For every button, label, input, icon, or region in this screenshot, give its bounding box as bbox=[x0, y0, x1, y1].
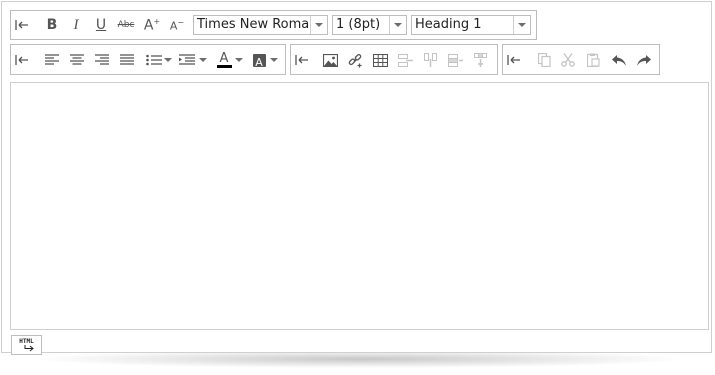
split-cells-icon bbox=[473, 53, 487, 67]
strikethrough-icon: Abc bbox=[117, 20, 135, 30]
insert-image-button[interactable] bbox=[319, 49, 341, 71]
align-right-button[interactable] bbox=[91, 49, 113, 71]
scissors-icon bbox=[561, 53, 575, 67]
undo-button[interactable] bbox=[608, 49, 630, 71]
paragraph-format-value: Heading 1 bbox=[415, 17, 482, 32]
chevron-down-icon[interactable] bbox=[389, 16, 406, 34]
indent-button[interactable] bbox=[176, 49, 198, 71]
italic-button[interactable]: I bbox=[65, 14, 87, 36]
insert-link-button[interactable] bbox=[344, 49, 366, 71]
toolbar-clipboard-group bbox=[502, 44, 660, 75]
font-size-value: 1 (8pt) bbox=[336, 17, 381, 32]
justify-icon bbox=[120, 54, 134, 65]
content-area[interactable] bbox=[10, 82, 709, 330]
align-center-icon bbox=[70, 54, 84, 65]
arrow-right-icon bbox=[24, 344, 34, 351]
back-color-button[interactable]: A bbox=[248, 49, 270, 71]
image-icon bbox=[322, 53, 338, 67]
back-color-icon: A bbox=[252, 53, 266, 69]
toolbar-paragraph-group: A A bbox=[10, 44, 286, 75]
link-icon bbox=[348, 53, 361, 67]
strikethrough-button[interactable]: Abc bbox=[115, 14, 137, 36]
chevron-down-icon[interactable] bbox=[164, 49, 172, 71]
font-size-select[interactable]: 1 (8pt) bbox=[332, 15, 407, 35]
grip-icon[interactable] bbox=[15, 45, 29, 74]
toolbar-font-group: B I U Abc A+ A− Times New Roman 1 (8pt) … bbox=[10, 10, 537, 40]
bold-icon: B bbox=[46, 17, 58, 33]
redo-button[interactable] bbox=[633, 49, 655, 71]
underline-icon: U bbox=[95, 17, 107, 33]
insert-column-icon bbox=[423, 53, 437, 67]
indent-icon bbox=[179, 54, 195, 65]
grip-icon[interactable] bbox=[507, 45, 521, 74]
italic-icon: I bbox=[73, 16, 79, 33]
bold-button[interactable]: B bbox=[41, 14, 63, 36]
split-cells-button[interactable] bbox=[469, 49, 491, 71]
paragraph-format-select[interactable]: Heading 1 bbox=[411, 15, 531, 35]
chevron-down-icon[interactable] bbox=[513, 16, 530, 34]
undo-icon bbox=[612, 54, 626, 66]
grip-icon[interactable] bbox=[15, 11, 29, 39]
align-right-icon bbox=[95, 54, 109, 65]
table-icon bbox=[372, 53, 388, 67]
table-column-button[interactable] bbox=[419, 49, 441, 71]
merge-cells-icon bbox=[447, 53, 463, 67]
align-center-button[interactable] bbox=[66, 49, 88, 71]
merge-cells-button[interactable] bbox=[444, 49, 466, 71]
chevron-down-icon[interactable] bbox=[310, 16, 327, 34]
decrease-font-size-button[interactable]: A− bbox=[166, 14, 188, 36]
fore-color-icon: A bbox=[216, 52, 232, 68]
align-left-button[interactable] bbox=[41, 49, 63, 71]
fore-color-swatch bbox=[216, 65, 232, 68]
toolbar-insert-group bbox=[290, 44, 498, 75]
copy-icon bbox=[537, 53, 551, 67]
font-name-select[interactable]: Times New Roman bbox=[193, 15, 328, 35]
grip-icon[interactable] bbox=[295, 45, 309, 74]
html-editor: B I U Abc A+ A− Times New Roman 1 (8pt) … bbox=[1, 1, 712, 355]
insert-row-icon bbox=[397, 53, 413, 67]
increase-font-size-icon: A+ bbox=[143, 16, 161, 34]
html-view-button[interactable]: HTML bbox=[11, 335, 42, 355]
bulleted-list-icon bbox=[146, 54, 162, 66]
redo-icon bbox=[637, 54, 651, 66]
underline-button[interactable]: U bbox=[90, 14, 112, 36]
fore-color-button[interactable]: A bbox=[213, 49, 235, 71]
decrease-font-size-icon: A− bbox=[169, 17, 185, 33]
paste-button[interactable] bbox=[582, 49, 604, 71]
justify-button[interactable] bbox=[116, 49, 138, 71]
font-name-value: Times New Roman bbox=[197, 17, 310, 32]
align-left-icon bbox=[45, 54, 59, 65]
increase-font-size-button[interactable]: A+ bbox=[141, 14, 163, 36]
chevron-down-icon[interactable] bbox=[199, 49, 207, 71]
copy-button[interactable] bbox=[533, 49, 555, 71]
cut-button[interactable] bbox=[557, 49, 579, 71]
clipboard-icon bbox=[586, 53, 600, 67]
chevron-down-icon[interactable] bbox=[235, 49, 243, 71]
chevron-down-icon[interactable] bbox=[270, 49, 278, 71]
table-row-button[interactable] bbox=[394, 49, 416, 71]
bulleted-list-button[interactable] bbox=[143, 49, 165, 71]
insert-table-button[interactable] bbox=[369, 49, 391, 71]
